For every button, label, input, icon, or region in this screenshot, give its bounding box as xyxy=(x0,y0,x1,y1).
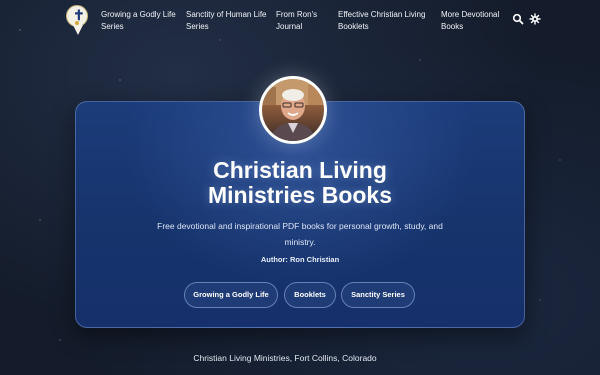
footer-text: Christian Living Ministries, Fort Collin… xyxy=(193,353,377,363)
growing-godly-life-button[interactable]: Growing a Godly Life xyxy=(184,282,278,308)
page-title: Christian Living Ministries Books xyxy=(75,158,525,208)
title-line: Ministries Books xyxy=(207,182,393,208)
nav-item-label: Journal xyxy=(276,22,303,31)
subtitle-line: Free devotional and inspirational PDF bo… xyxy=(157,221,443,231)
site-logo[interactable]: ✝ xyxy=(66,5,88,35)
subtitle-line: ministry. xyxy=(284,237,316,247)
gear-icon[interactable] xyxy=(529,13,541,25)
top-navigation: ✝ Growing a Godly Life Series Sanctity o… xyxy=(0,0,600,44)
nav-item-label: Booklets xyxy=(338,22,369,31)
search-icon[interactable] xyxy=(512,13,524,25)
nav-item-label: Series xyxy=(101,22,124,31)
sanctity-series-button[interactable]: Sanctity Series xyxy=(341,282,415,308)
hero-subtitle: Free devotional and inspirational PDF bo… xyxy=(130,218,470,250)
nav-item-label: Series xyxy=(186,22,209,31)
nav-item-label: Sanctity of Human Life xyxy=(186,10,267,19)
nav-item-label: From Ron's xyxy=(276,10,318,19)
nav-item-label: Effective Christian Living xyxy=(338,10,426,19)
nav-item-rons-journal[interactable]: From Ron's Journal xyxy=(276,9,334,33)
author-credit: Author: Ron Christian xyxy=(260,255,340,264)
logo-dot-icon xyxy=(75,21,79,25)
nav-item-label: More Devotional xyxy=(441,10,500,19)
author-avatar xyxy=(259,76,327,144)
nav-item-label: Books xyxy=(441,22,464,31)
title-line: Christian Living xyxy=(213,157,387,183)
author-portrait-image xyxy=(262,79,324,141)
cross-icon: ✝ xyxy=(73,7,85,23)
nav-item-more-devotional-books[interactable]: More Devotional Books xyxy=(441,9,505,33)
nav-item-sanctity-human-life[interactable]: Sanctity of Human Life Series xyxy=(186,9,270,33)
nav-item-effective-christian-living[interactable]: Effective Christian Living Booklets xyxy=(338,9,430,33)
nav-item-label: Growing a Godly Life xyxy=(101,10,176,19)
nav-item-growing-godly-life[interactable]: Growing a Godly Life Series xyxy=(101,9,181,33)
booklets-button[interactable]: Booklets xyxy=(284,282,336,308)
